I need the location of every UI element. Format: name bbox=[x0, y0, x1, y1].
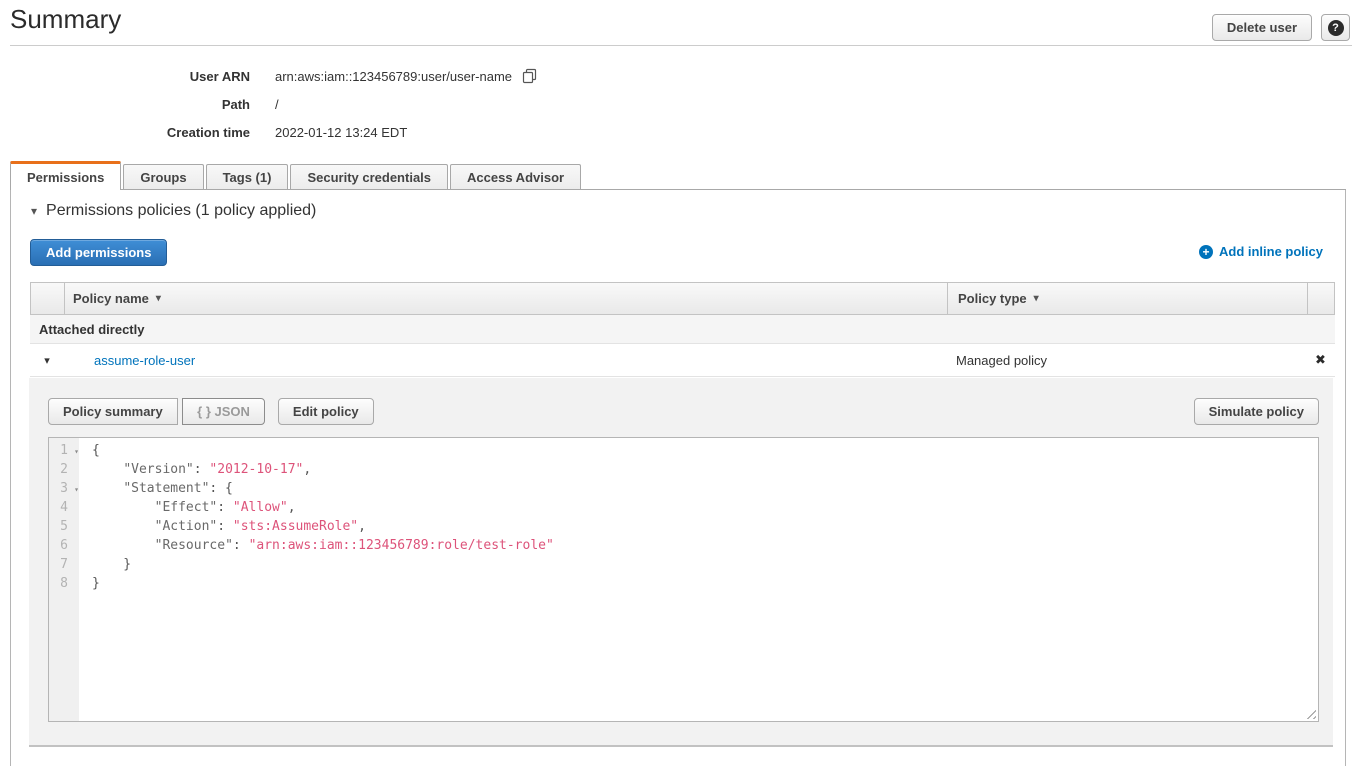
user-arn-value: arn:aws:iam::123456789:user/user-name bbox=[275, 69, 512, 84]
policy-detail-panel: Policy summary { } JSON Edit policy Simu… bbox=[29, 378, 1333, 747]
policy-name-header-label: Policy name bbox=[73, 291, 149, 306]
remove-policy-button[interactable]: ✖ bbox=[1306, 352, 1335, 368]
policy-name-column-header[interactable]: Policy name ▾ bbox=[65, 283, 947, 314]
expand-column-header bbox=[31, 283, 65, 314]
path-row: Path / bbox=[0, 90, 538, 118]
json-view-button[interactable]: { } JSON bbox=[182, 398, 265, 425]
permissions-tab-panel: ▾ Permissions policies (1 policy applied… bbox=[10, 190, 1346, 766]
copy-arn-button[interactable] bbox=[522, 68, 538, 84]
policy-name-link[interactable]: assume-role-user bbox=[94, 353, 195, 368]
creation-time-row: Creation time 2022-01-12 13:24 EDT bbox=[0, 118, 538, 146]
tab-security-credentials[interactable]: Security credentials bbox=[290, 164, 448, 189]
creation-time-value: 2022-01-12 13:24 EDT bbox=[275, 125, 407, 140]
tab-permissions[interactable]: Permissions bbox=[10, 161, 121, 190]
collapse-triangle-icon: ▾ bbox=[31, 204, 37, 218]
remove-x-icon: ✖ bbox=[1315, 352, 1326, 368]
user-arn-row: User ARN arn:aws:iam::123456789:user/use… bbox=[0, 62, 538, 90]
permissions-policies-toggle[interactable]: ▾ Permissions policies (1 policy applied… bbox=[31, 202, 316, 220]
summary-fields: User ARN arn:aws:iam::123456789:user/use… bbox=[0, 62, 538, 146]
row-expand-triangle-icon: ▾ bbox=[44, 354, 50, 367]
header-actions: Delete user ? bbox=[1212, 14, 1350, 41]
iam-user-summary-page: Summary Delete user ? User ARN arn:aws:i… bbox=[0, 0, 1362, 766]
editor-code[interactable]: { "Version": "2012-10-17", "Statement": … bbox=[79, 438, 1318, 721]
remove-column-header bbox=[1307, 283, 1334, 314]
tab-groups[interactable]: Groups bbox=[123, 164, 203, 189]
edit-policy-button[interactable]: Edit policy bbox=[278, 398, 374, 425]
attached-directly-group-row: Attached directly bbox=[30, 315, 1335, 344]
tab-access-advisor[interactable]: Access Advisor bbox=[450, 164, 581, 189]
policy-table: Policy name ▾ Policy type ▾ Attached dir… bbox=[30, 282, 1335, 377]
policy-table-header: Policy name ▾ Policy type ▾ bbox=[30, 282, 1335, 315]
policy-summary-button[interactable]: Policy summary bbox=[48, 398, 178, 425]
tab-strip: Permissions Groups Tags (1) Security cre… bbox=[10, 160, 1346, 190]
add-permissions-button[interactable]: Add permissions bbox=[30, 239, 167, 266]
sort-arrow-icon: ▾ bbox=[156, 293, 161, 304]
path-label: Path bbox=[0, 97, 250, 112]
header-divider bbox=[10, 45, 1352, 46]
policy-type-column-header[interactable]: Policy type ▾ bbox=[947, 283, 1307, 314]
add-inline-policy-link[interactable]: + Add inline policy bbox=[1199, 244, 1323, 259]
sort-arrow-icon: ▾ bbox=[1034, 293, 1039, 304]
creation-time-label: Creation time bbox=[0, 125, 250, 140]
policy-view-toggle-group: Policy summary { } JSON bbox=[48, 398, 265, 425]
editor-gutter: 1▾23▾45678 bbox=[49, 438, 79, 721]
path-value: / bbox=[275, 97, 279, 112]
add-inline-policy-label: Add inline policy bbox=[1219, 244, 1323, 259]
permissions-policies-heading: Permissions policies (1 policy applied) bbox=[46, 202, 316, 220]
policy-type-cell: Managed policy bbox=[946, 353, 1306, 368]
plus-circle-icon: + bbox=[1199, 245, 1213, 259]
simulate-policy-button[interactable]: Simulate policy bbox=[1194, 398, 1319, 425]
json-policy-editor[interactable]: 1▾23▾45678 { "Version": "2012-10-17", "S… bbox=[48, 437, 1319, 722]
tab-tags[interactable]: Tags (1) bbox=[206, 164, 289, 189]
help-button[interactable]: ? bbox=[1321, 14, 1350, 41]
delete-user-button[interactable]: Delete user bbox=[1212, 14, 1312, 41]
row-expand-toggle[interactable]: ▾ bbox=[30, 354, 64, 367]
page-title: Summary bbox=[10, 4, 121, 35]
user-arn-label: User ARN bbox=[0, 69, 250, 84]
copy-icon bbox=[522, 68, 538, 84]
policy-type-header-label: Policy type bbox=[958, 291, 1027, 306]
help-icon: ? bbox=[1328, 20, 1344, 36]
policy-name-cell: assume-role-user bbox=[64, 353, 946, 368]
policy-view-buttons: Policy summary { } JSON Edit policy bbox=[48, 398, 374, 425]
policy-row: ▾ assume-role-user Managed policy ✖ bbox=[30, 344, 1335, 377]
